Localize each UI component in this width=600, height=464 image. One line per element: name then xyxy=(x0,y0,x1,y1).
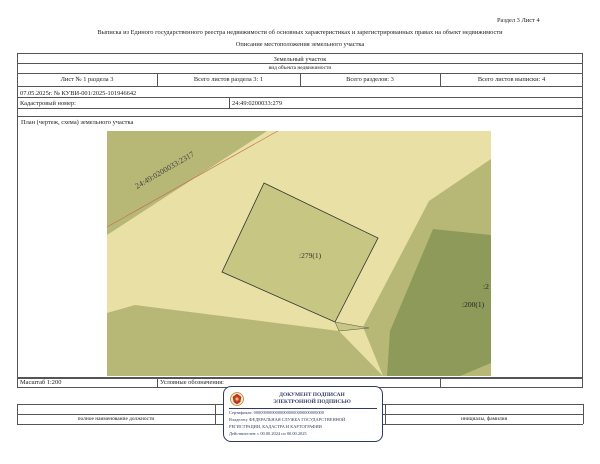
stamp-owner-1: Владелец: ФЕДЕРАЛЬНАЯ СЛУЖБА ГОСУДАРСТВЕ… xyxy=(229,417,346,422)
stamp-owner-2: РЕГИСТРАЦИИ, КАДАСТРА И КАРТОГРАФИИ xyxy=(229,424,322,429)
cadastral-map: 24:49:0200033:2317 :279(1) :200(1) :2 xyxy=(107,131,491,376)
electronic-signature-stamp: ДОКУМЕНТ ПОДПИСАН ЭЛЕКТРОННОЙ ПОДПИСЬЮ С… xyxy=(223,386,383,442)
position-caption: полное наименование должности xyxy=(77,416,155,422)
sheets-in-section: Всего листов раздела 3: 1 xyxy=(193,76,264,83)
sheet-number: Лист № 1 раздела 3 xyxy=(60,76,114,83)
sheets-total: Всего листов выписки: 4 xyxy=(477,76,546,83)
map-label-plot-main: :279(1) xyxy=(299,251,322,260)
plan-label: План (чертеж, схема) земельного участка xyxy=(21,119,134,126)
legend-label: Условные обозначения: xyxy=(160,379,224,386)
map-label-plot-right-partial: :2 xyxy=(483,282,489,291)
document-subtitle: Описание местоположения земельного участ… xyxy=(235,41,365,48)
name-caption: инициалы, фамилия xyxy=(460,416,508,422)
scale-label: Масштаб 1:200 xyxy=(20,379,62,386)
stamp-line2: ЭЛЕКТРОННОЙ ПОДПИСЬЮ xyxy=(273,399,351,405)
document-title: Выписка из Единого государственного реес… xyxy=(97,29,503,36)
stamp-line1: ДОКУМЕНТ ПОДПИСАН xyxy=(279,392,345,398)
map-svg: 24:49:0200033:2317 :279(1) :200(1) :2 xyxy=(107,131,491,376)
sections-total: Всего разделов: 3 xyxy=(346,76,394,83)
section-sheet-label: Раздел 3 Лист 4 xyxy=(497,17,540,24)
object-type-caption: вид объекта недвижимости xyxy=(268,65,332,71)
emblem-icon xyxy=(230,392,244,406)
cadastral-number-label: Кадастровый номер: xyxy=(20,100,76,107)
map-label-plot-right: :200(1) xyxy=(462,300,485,309)
cadastral-number-value: 24:49:0200033:279 xyxy=(232,100,283,107)
stamp-cert: Сертификат: 0000000000000000000000000000… xyxy=(229,410,324,415)
stamp-valid: Действителен: с 00.00.2024 по 00.00.2025 xyxy=(229,431,307,436)
